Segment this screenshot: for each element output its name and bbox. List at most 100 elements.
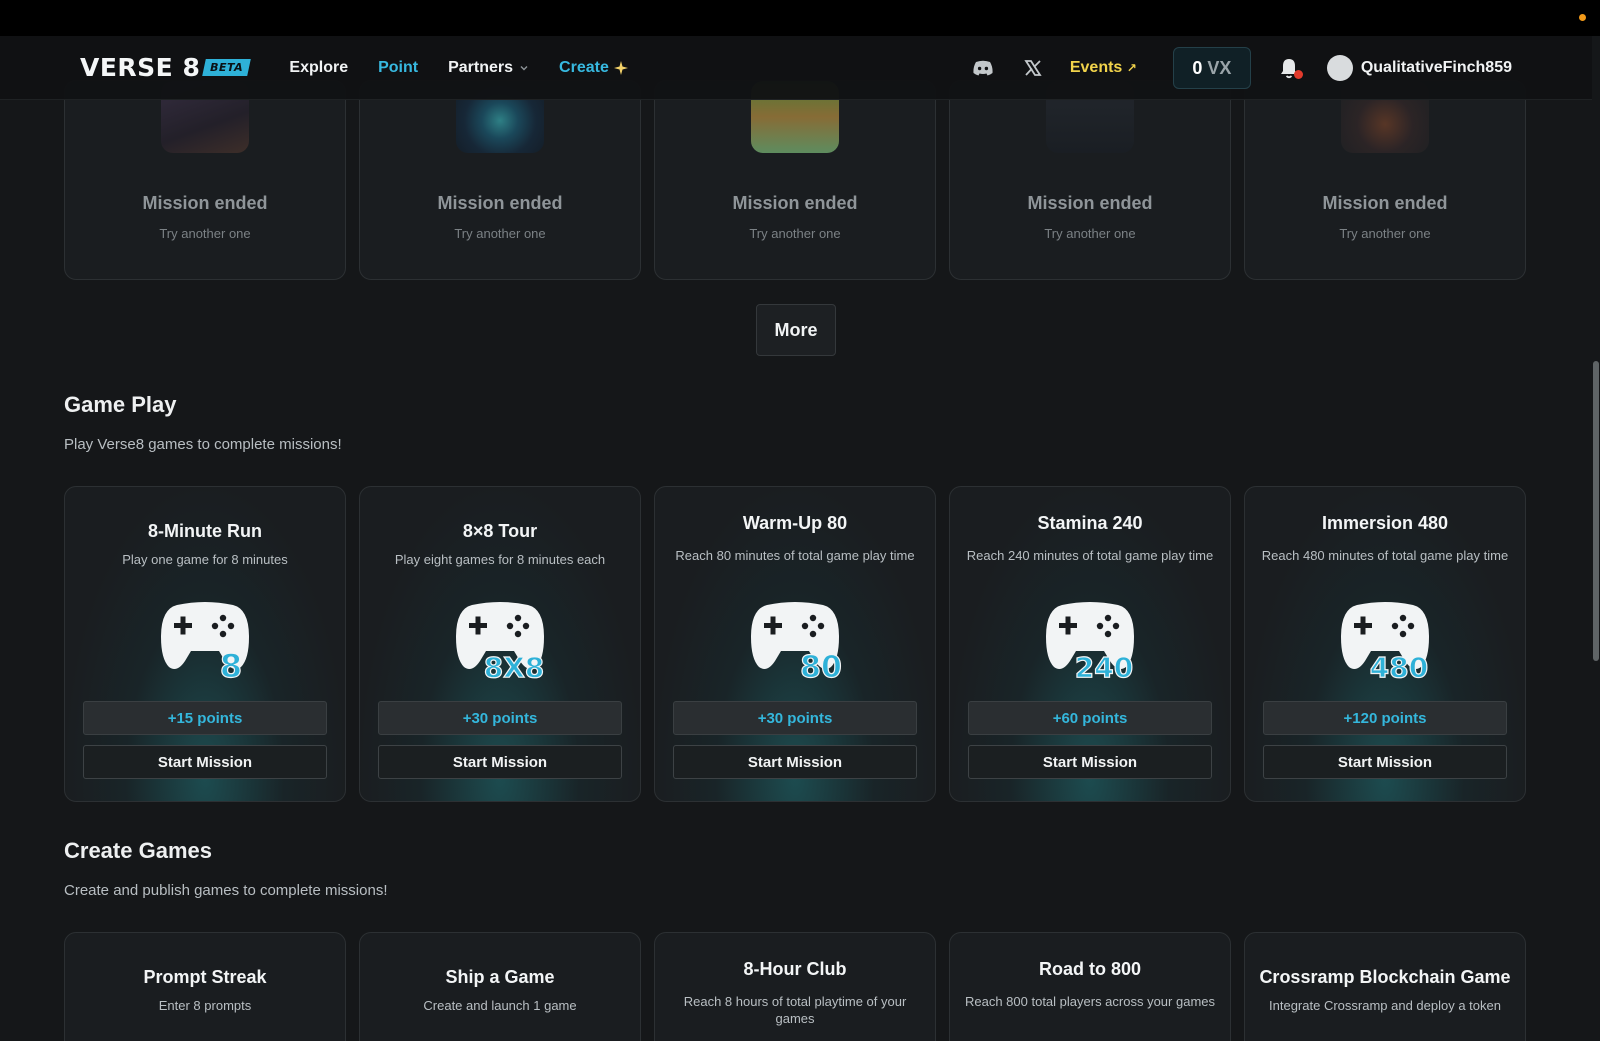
vx-value: 0 — [1192, 57, 1203, 78]
section-subtitle-create-games: Create and publish games to complete mis… — [64, 882, 388, 899]
logo-text: VERSE 8 — [80, 53, 201, 82]
mission-ended-title: Mission ended — [142, 193, 268, 213]
ended-mission-card[interactable]: Mission ended Try another one — [359, 80, 641, 280]
nav-create-label: Create — [559, 58, 609, 76]
mission-ended-subtitle: Try another one — [1044, 226, 1136, 241]
badge-number: 480 — [1370, 651, 1428, 681]
external-arrow-icon: ↗ — [1126, 61, 1137, 75]
more-button[interactable]: More — [756, 304, 836, 356]
game-play-mission-card[interactable]: Warm-Up 80 Reach 80 minutes of total gam… — [654, 486, 936, 802]
mission-description: Play eight games for 8 minutes each — [394, 552, 606, 567]
sparkle-icon — [613, 60, 628, 75]
mission-ended-title: Mission ended — [1027, 193, 1153, 213]
gamepad-icon: 8 — [161, 602, 249, 681]
mission-title: Prompt Streak — [143, 967, 267, 987]
mission-description: Reach 8 hours of total playtime of your … — [683, 994, 907, 1026]
game-play-mission-card[interactable]: Immersion 480 Reach 480 minutes of total… — [1244, 486, 1526, 802]
points-reward: +60 points — [968, 701, 1212, 735]
mission-description: Enter 8 prompts — [158, 998, 252, 1013]
scroll-thumb[interactable] — [1593, 361, 1599, 661]
events-link[interactable]: Events ↗ — [1070, 59, 1137, 77]
mission-ended-subtitle: Try another one — [1339, 226, 1431, 241]
nav-point-label: Point — [378, 58, 419, 76]
mission-description: Reach 480 minutes of total game play tim… — [1261, 548, 1509, 563]
points-reward: +15 points — [83, 701, 327, 735]
nav-point[interactable]: Point — [378, 59, 418, 77]
create-games-mission-card[interactable]: Crossramp Blockchain Game Integrate Cros… — [1244, 932, 1526, 1041]
events-label: Events — [1069, 59, 1123, 76]
create-games-mission-card[interactable]: 8-Hour Club Reach 8 hours of total playt… — [654, 932, 936, 1041]
points-reward: +120 points — [1263, 701, 1507, 735]
start-mission-button[interactable]: Start Mission — [83, 745, 327, 779]
badge-number: 80 — [800, 650, 842, 681]
mission-ended-subtitle: Try another one — [749, 226, 841, 241]
mission-title: 8-Minute Run — [148, 521, 262, 541]
avatar[interactable] — [1326, 55, 1353, 81]
navbar: VERSE 8 BETA Explore Point Partners Crea… — [0, 36, 1592, 100]
mission-description: Reach 800 total players across your game… — [964, 994, 1215, 1009]
section-title-game-play: Game Play — [64, 392, 177, 417]
gamepad-icon: 8X8 — [456, 602, 545, 681]
mission-description: Reach 80 minutes of total game play time — [675, 548, 915, 563]
x-twitter-icon[interactable] — [1024, 59, 1042, 77]
browser-top-bar — [0, 0, 1600, 36]
mission-title: Road to 800 — [1038, 959, 1142, 979]
create-games-mission-card[interactable]: Prompt Streak Enter 8 prompts — [64, 932, 346, 1041]
mission-ended-subtitle: Try another one — [454, 226, 546, 241]
status-dot — [1579, 14, 1586, 21]
mission-ended-title: Mission ended — [437, 193, 563, 213]
scrollbar[interactable] — [1592, 36, 1600, 1041]
mission-description: Create and launch 1 game — [423, 998, 577, 1013]
mission-description: Integrate Crossramp and deploy a token — [1269, 998, 1501, 1013]
game-play-mission-card[interactable]: 8×8 Tour Play eight games for 8 minutes … — [359, 486, 641, 802]
ended-mission-card[interactable]: Mission ended Try another one — [64, 80, 346, 280]
mission-title: Warm-Up 80 — [742, 513, 848, 533]
mission-description: Play one game for 8 minutes — [122, 552, 288, 567]
game-play-mission-card[interactable]: Stamina 240 Reach 240 minutes of total g… — [949, 486, 1231, 802]
start-mission-button[interactable]: Start Mission — [1263, 745, 1507, 779]
mission-title: Immersion 480 — [1321, 513, 1449, 533]
nav-explore-label: Explore — [289, 58, 349, 76]
section-title-create-games: Create Games — [64, 838, 212, 863]
chevron-down-icon — [520, 65, 528, 70]
mission-title: 8-Hour Club — [743, 959, 847, 979]
start-mission-button[interactable]: Start Mission — [378, 745, 622, 779]
points-reward: +30 points — [673, 701, 917, 735]
mission-ended-title: Mission ended — [1322, 193, 1448, 213]
start-mission-button[interactable]: Start Mission — [968, 745, 1212, 779]
discord-icon[interactable] — [972, 60, 994, 76]
ended-mission-card[interactable]: Mission ended Try another one — [654, 80, 936, 280]
ended-mission-card[interactable]: Mission ended Try another one — [949, 80, 1231, 280]
mission-title: Crossramp Blockchain Game — [1259, 967, 1511, 987]
vx-unit: VX — [1207, 57, 1232, 78]
gamepad-icon: 80 — [751, 602, 842, 681]
section-subtitle-game-play: Play Verse8 games to complete missions! — [64, 436, 342, 453]
vx-balance[interactable]: 0 VX — [1172, 47, 1251, 89]
create-games-mission-card[interactable]: Road to 800 Reach 800 total players acro… — [949, 932, 1231, 1041]
points-reward: +30 points — [378, 701, 622, 735]
nav-create[interactable]: Create — [559, 59, 629, 77]
notification-badge — [1293, 70, 1303, 79]
mission-description: Reach 240 minutes of total game play tim… — [966, 548, 1214, 563]
nav-explore[interactable]: Explore — [289, 59, 348, 77]
username[interactable]: QualitativeFinch859 — [1361, 59, 1512, 77]
mission-title: Stamina 240 — [1037, 513, 1143, 533]
badge-number: 240 — [1075, 651, 1133, 681]
create-games-mission-card[interactable]: Ship a Game Create and launch 1 game — [359, 932, 641, 1041]
beta-badge: BETA — [202, 59, 252, 76]
mission-ended-title: Mission ended — [732, 193, 858, 213]
gamepad-icon: 480 — [1341, 602, 1429, 681]
gamepad-icon: 240 — [1046, 602, 1134, 681]
start-mission-button[interactable]: Start Mission — [673, 745, 917, 779]
mission-title: Ship a Game — [445, 967, 555, 987]
mission-title: 8×8 Tour — [462, 521, 538, 541]
nav-partners[interactable]: Partners — [448, 59, 529, 77]
ended-mission-card[interactable]: Mission ended Try another one — [1244, 80, 1526, 280]
logo[interactable]: VERSE 8 BETA — [80, 53, 252, 82]
game-play-mission-card[interactable]: 8-Minute Run Play one game for 8 minutes… — [64, 486, 346, 802]
nav-partners-label: Partners — [448, 58, 514, 76]
bell-icon[interactable] — [1279, 57, 1303, 79]
badge-number: 8 — [220, 647, 242, 681]
nav-right: Events ↗ 0 VX QualitativeFinch859 — [942, 36, 1512, 100]
badge-number: 8X8 — [484, 651, 545, 681]
